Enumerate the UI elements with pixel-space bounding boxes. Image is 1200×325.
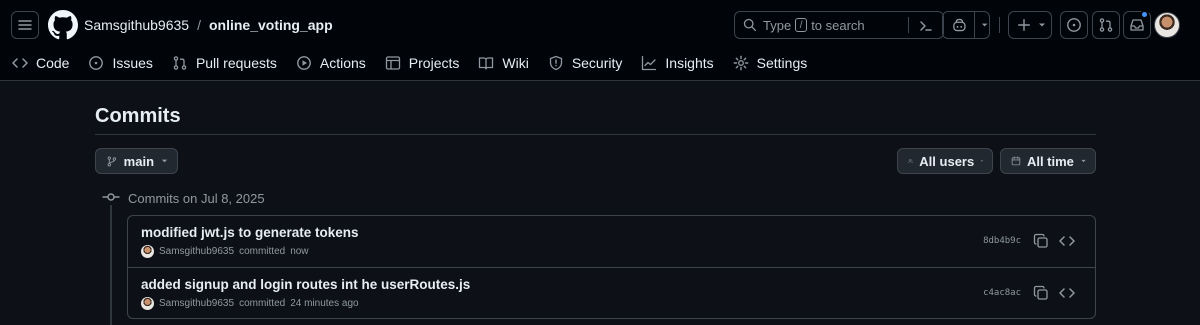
search-divider	[908, 17, 909, 33]
commit-group-label: Commits on Jul 8, 2025	[128, 191, 265, 206]
commit-action: committed	[239, 246, 286, 257]
tab-projects[interactable]: Projects	[385, 55, 460, 71]
copilot-icon	[953, 18, 966, 32]
tab-wiki-label: Wiki	[502, 55, 529, 71]
author-avatar[interactable]	[141, 297, 154, 310]
chevron-down-icon[interactable]	[980, 20, 989, 30]
pull-requests-button[interactable]	[1092, 11, 1120, 39]
breadcrumb-repo-link[interactable]: online_voting_app	[209, 17, 333, 33]
breadcrumb-separator: /	[197, 17, 201, 33]
commit-row[interactable]: modified jwt.js to generate tokens Samsg…	[128, 216, 1095, 267]
play-icon	[296, 56, 311, 70]
users-filter[interactable]: All users	[897, 148, 993, 174]
commit-author[interactable]: Samsgithub9635	[159, 246, 234, 257]
tab-actions-label: Actions	[319, 55, 366, 71]
repo-nav: Code Issues Pull requests Actions Projec…	[12, 50, 826, 76]
table-icon	[385, 56, 400, 70]
time-filter-label: All time	[1026, 153, 1074, 169]
hamburger-icon	[18, 20, 32, 30]
chevron-down-icon	[1081, 159, 1086, 163]
code-icon[interactable]	[1059, 233, 1075, 249]
users-filter-label: All users	[919, 153, 975, 169]
author-avatar[interactable]	[141, 245, 154, 258]
copy-icon[interactable]	[1033, 233, 1049, 249]
tab-actions[interactable]: Actions	[296, 55, 366, 71]
inbox-icon	[1130, 19, 1144, 31]
chevron-down-icon	[161, 159, 168, 163]
commit-sha[interactable]: 8db4b9c	[983, 236, 1021, 246]
user-avatar[interactable]	[1154, 12, 1180, 38]
issue-icon	[89, 56, 104, 70]
timeline-line	[110, 205, 112, 325]
code-icon	[12, 58, 28, 68]
title-divider	[95, 134, 1096, 135]
github-logo-icon[interactable]	[48, 10, 78, 40]
tab-code[interactable]: Code	[12, 55, 69, 71]
breadcrumb-owner-link[interactable]: Samsgithub9635	[84, 17, 189, 33]
copilot-button[interactable]	[942, 11, 990, 39]
tab-security[interactable]: Security	[548, 55, 623, 71]
search-prefix: Type	[763, 17, 792, 33]
book-icon	[479, 57, 494, 70]
menu-button[interactable]	[11, 11, 39, 39]
tab-settings[interactable]: Settings	[733, 55, 808, 71]
commit-author[interactable]: Samsgithub9635	[159, 298, 234, 309]
issues-button[interactable]	[1060, 11, 1088, 39]
commit-message[interactable]: added signup and login routes int he use…	[141, 277, 470, 292]
commit-meta: Samsgithub9635 committed now	[141, 245, 309, 258]
issue-icon	[1067, 18, 1081, 32]
commit-meta: Samsgithub9635 committed 24 minutes ago	[141, 297, 359, 310]
search-shortcut-key: /	[795, 18, 808, 32]
app-header: Samsgithub9635 / online_voting_app Type …	[0, 0, 1200, 81]
gear-icon	[733, 55, 749, 71]
commit-row[interactable]: added signup and login routes int he use…	[128, 267, 1095, 318]
chevron-down-icon	[980, 160, 984, 162]
chevron-down-icon	[1039, 23, 1045, 27]
pull-request-icon	[1099, 18, 1113, 32]
commit-icon	[102, 193, 120, 201]
tab-pull-requests[interactable]: Pull requests	[172, 55, 277, 71]
branch-icon	[107, 156, 117, 166]
plus-icon	[1018, 19, 1030, 31]
code-icon[interactable]	[1059, 285, 1075, 301]
tab-issues-label: Issues	[112, 55, 153, 71]
search-input[interactable]: Type / to search	[734, 11, 944, 39]
graph-icon	[642, 55, 657, 71]
copy-icon[interactable]	[1033, 285, 1049, 301]
search-icon	[743, 18, 757, 32]
create-new-button[interactable]	[1008, 11, 1052, 39]
tab-wiki[interactable]: Wiki	[478, 55, 529, 71]
commit-time: 24 minutes ago	[290, 298, 359, 309]
time-filter[interactable]: All time	[1000, 148, 1096, 174]
tab-code-label: Code	[36, 55, 70, 71]
breadcrumb: Samsgithub9635 / online_voting_app	[84, 17, 333, 33]
tab-pull-requests-label: Pull requests	[195, 55, 277, 71]
commit-message[interactable]: modified jwt.js to generate tokens	[141, 225, 359, 240]
people-icon	[908, 159, 914, 164]
tab-settings-label: Settings	[756, 55, 808, 71]
branch-selector[interactable]: main	[95, 148, 178, 174]
commit-sha[interactable]: c4ac8ac	[983, 288, 1021, 298]
notification-dot	[1140, 10, 1149, 19]
tab-insights-label: Insights	[665, 55, 714, 71]
commit-time: now	[290, 246, 309, 257]
calendar-icon	[1011, 156, 1021, 166]
command-palette-icon[interactable]	[918, 18, 934, 34]
tab-issues[interactable]: Issues	[88, 55, 153, 71]
tab-insights[interactable]: Insights	[641, 55, 714, 71]
search-suffix: to search	[811, 17, 865, 33]
branch-name: main	[123, 153, 155, 169]
pull-request-icon	[173, 56, 187, 70]
shield-icon	[549, 55, 562, 71]
copilot-divider	[973, 11, 975, 39]
commit-action: committed	[239, 298, 286, 309]
tab-projects-label: Projects	[408, 55, 460, 71]
page-title: Commits	[95, 105, 181, 127]
header-divider	[999, 17, 1000, 33]
commit-list: modified jwt.js to generate tokens Samsg…	[127, 215, 1096, 319]
tab-security-label: Security	[571, 55, 623, 71]
